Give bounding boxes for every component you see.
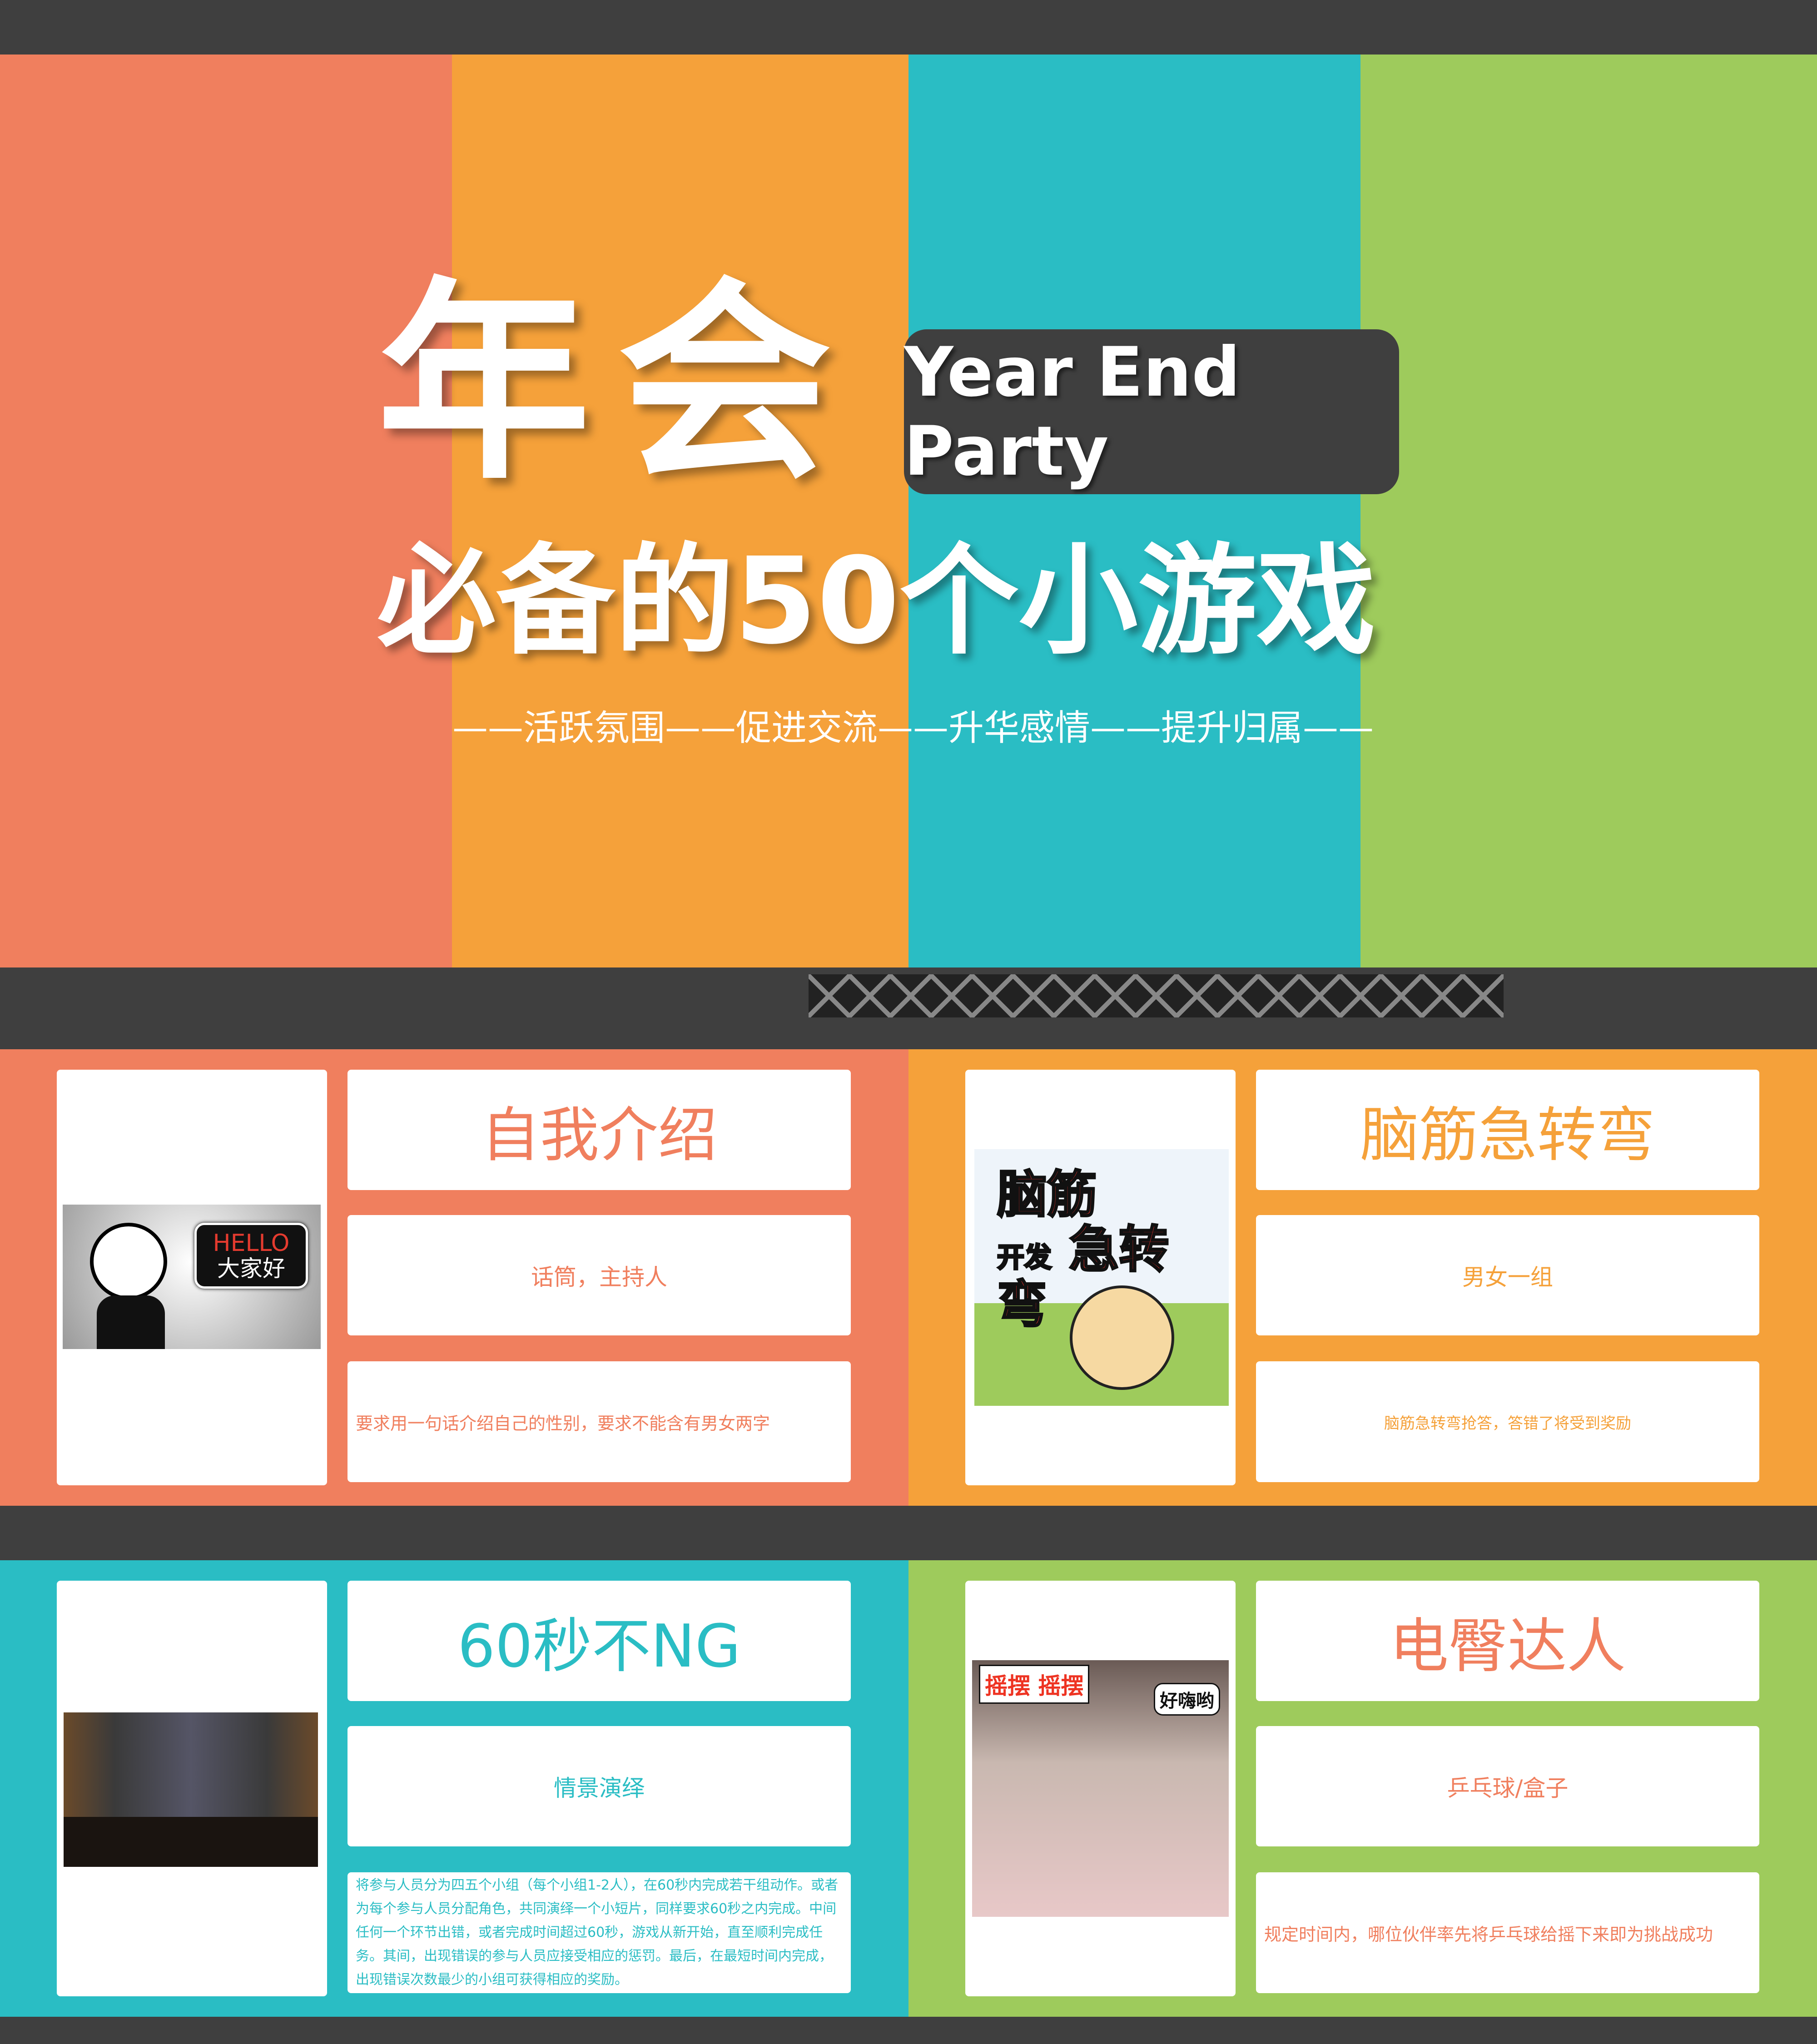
hero-stripe-coral [0,55,452,967]
game-title-card: 电臀达人 [1256,1581,1759,1701]
hero-stripe-green [1360,55,1817,967]
cartoon-body [97,1295,165,1349]
game-title-card: 60秒不NG [348,1581,851,1701]
image-card: HELLO 大家好 [57,1070,327,1485]
game-props: 情景演绎 [554,1775,645,1801]
game-props-card: 情景演绎 [348,1726,851,1846]
cartoon-man [90,1223,167,1300]
game-props-card: 话筒，主持人 [348,1215,851,1335]
game-props-card: 男女一组 [1256,1215,1759,1335]
game-title: 脑筋急转弯 [1360,1100,1655,1170]
game-panel-1: HELLO 大家好 自我介绍 话筒，主持人 要求用一句话介绍自己的性别，要求不能… [0,1049,908,1506]
game-props: 男女一组 [1462,1264,1553,1290]
hero-tagline: ——活跃氛围——促进交流——升华感情——提升归属—— [452,708,1374,749]
game-props: 话筒，主持人 [531,1264,667,1290]
game-props-card: 乒乓球/盒子 [1256,1726,1759,1846]
hello-bubble: HELLO 大家好 [194,1223,308,1289]
game-panel-2: 脑筋 开发 急转弯 脑筋急转弯 男女一组 脑筋急转弯抢答，答错了将受到奖励 [908,1049,1817,1506]
decorative-pattern-strip [809,974,1504,1017]
game-panel-3: 60秒不NG 情景演绎 将参与人员分为四五个小组（每个小组1-2人），在60秒内… [0,1560,908,2017]
hero-english-badge: Year End Party [904,329,1399,494]
stage-performance-image [64,1712,318,1867]
hero-stripe-teal [908,55,1360,967]
hero-stripe-orange [452,55,908,967]
stage-floor [64,1817,318,1867]
hello-image: HELLO 大家好 [63,1205,321,1349]
greeting-text: 大家好 [217,1255,285,1282]
hero-subtitle: 必备的50个小游戏 [377,532,1376,670]
game-description-card: 规定时间内，哪位伙伴率先将乒乓球给摇下来即为挑战成功 [1256,1872,1759,1993]
caption-sway: 摇摆 摇摆 [979,1665,1090,1704]
game-props: 乒乓球/盒子 [1447,1775,1569,1801]
hero-title: 年会 [377,259,859,508]
hero-english-text: Year End Party [904,332,1241,491]
hip-shake-image: 摇摆 摇摆 好嗨哟 [972,1660,1229,1917]
game-title: 自我介绍 [481,1100,717,1170]
image-card: 摇摆 摇摆 好嗨哟 [965,1581,1236,1996]
game-description: 规定时间内，哪位伙伴率先将乒乓球给摇下来即为挑战成功 [1264,1924,1713,1945]
caption-fun: 好嗨哟 [1154,1683,1220,1716]
image-card [57,1581,327,1996]
game-description-card: 要求用一句话介绍自己的性别，要求不能含有男女两字 [348,1361,851,1482]
game-description-card: 脑筋急转弯抢答，答错了将受到奖励 [1256,1361,1759,1482]
brain-teaser-image: 脑筋 开发 急转弯 [974,1149,1229,1406]
game-title: 电臀达人 [1389,1611,1626,1681]
game-title-card: 自我介绍 [348,1070,851,1190]
game-panel-4: 摇摆 摇摆 好嗨哟 电臀达人 乒乓球/盒子 规定时间内，哪位伙伴率先将乒乓球给摇… [908,1560,1817,2017]
cartoon-face [1070,1285,1174,1390]
hello-text: HELLO [213,1230,290,1257]
image-card: 脑筋 开发 急转弯 [965,1070,1236,1485]
game-description: 要求用一句话介绍自己的性别，要求不能含有男女两字 [356,1413,770,1434]
game-title-card: 脑筋急转弯 [1256,1070,1759,1190]
game-description: 脑筋急转弯抢答，答错了将受到奖励 [1384,1414,1631,1433]
game-title: 60秒不NG [457,1611,741,1681]
game-description-card: 将参与人员分为四五个小组（每个小组1-2人），在60秒内完成若干组动作。或者为每… [348,1872,851,1993]
game-description: 将参与人员分为四五个小组（每个小组1-2人），在60秒内完成若干组动作。或者为每… [356,1877,839,1988]
